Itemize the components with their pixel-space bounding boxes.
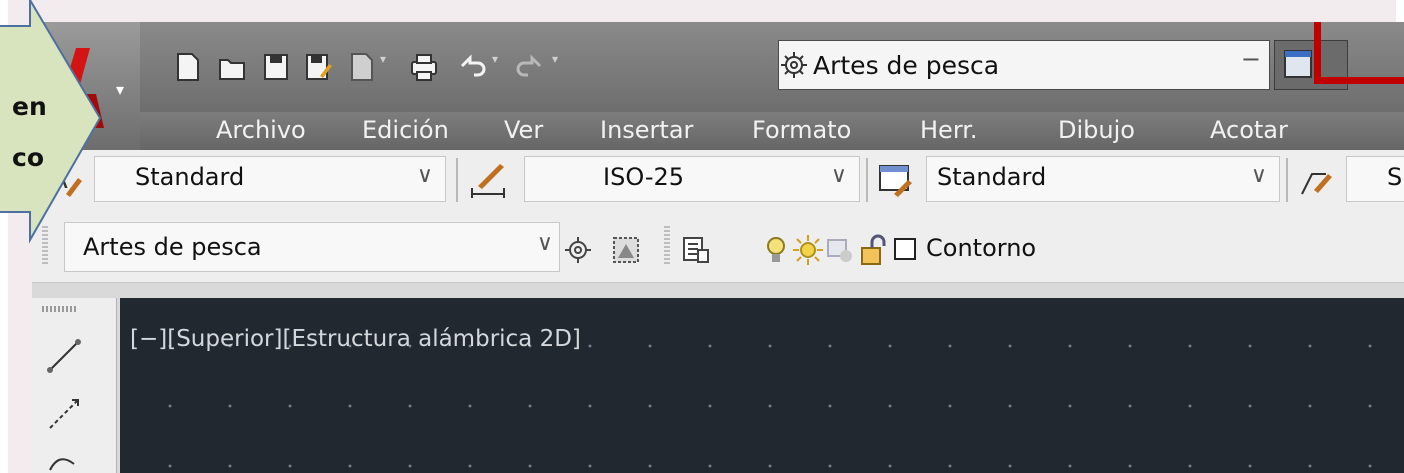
table-style-combo[interactable]: Standard ∨ xyxy=(926,156,1280,202)
annotation-arrow-shaft xyxy=(1314,22,1321,84)
redo-dropdown-icon[interactable]: ▾ xyxy=(552,52,558,66)
redo-icon[interactable] xyxy=(516,52,544,82)
text-style-combo[interactable]: Standard ∨ xyxy=(94,156,446,202)
plot-dropdown-icon[interactable]: ▾ xyxy=(380,52,386,66)
lightbulb-icon[interactable] xyxy=(760,234,792,266)
quick-access-toolbar: ▾ ▾ ▾ Artes de pesca − ▼ xyxy=(140,22,1404,112)
window-icon xyxy=(1284,50,1312,78)
dim-style-value: ISO-25 xyxy=(603,163,685,191)
unlock-icon[interactable] xyxy=(858,234,890,266)
workspace-gear-icon xyxy=(781,52,807,78)
open-icon[interactable] xyxy=(218,52,246,82)
callout-shape: en co xyxy=(0,0,140,245)
dim-style-icon xyxy=(471,164,505,198)
menu-insertar[interactable]: Insertar xyxy=(600,116,693,144)
sun-icon[interactable] xyxy=(792,234,824,266)
multileader-style-icon xyxy=(1301,173,1332,195)
polyline-icon[interactable] xyxy=(46,450,82,473)
chevron-down-icon: ∨ xyxy=(1250,163,1267,188)
viewport-controls-label[interactable]: [−][Superior][Estructura alámbrica 2D] xyxy=(130,326,581,352)
callout-line-2: co xyxy=(12,143,44,172)
toolbar-grip[interactable] xyxy=(42,306,78,312)
menu-edicion[interactable]: Edición xyxy=(362,116,449,144)
multileader-style-combo[interactable]: S xyxy=(1346,156,1404,202)
dim-style-combo[interactable]: ISO-25 ∨ xyxy=(524,156,860,202)
separator xyxy=(456,158,458,202)
autocad-window: ▾ ▾ ▾ ▾ Artes de pesca − ▼ Archivo Edici… xyxy=(32,22,1404,473)
layer-color-swatch[interactable] xyxy=(892,236,918,262)
construction-line-icon[interactable] xyxy=(44,394,84,434)
new-icon[interactable] xyxy=(174,52,202,82)
menu-acotar[interactable]: Acotar xyxy=(1210,116,1288,144)
toolbar-grip[interactable] xyxy=(664,226,670,266)
chevron-down-icon: ∨ xyxy=(416,163,433,188)
multileader-style-value: S xyxy=(1387,163,1403,191)
line-icon[interactable] xyxy=(44,336,84,376)
menu-ver[interactable]: Ver xyxy=(504,116,543,144)
menu-bar: Archivo Edición Ver Insertar Formato Her… xyxy=(140,112,1404,150)
viewport-freeze-icon[interactable] xyxy=(824,234,856,266)
saveas-icon[interactable] xyxy=(304,52,332,82)
undo-icon[interactable] xyxy=(458,52,486,82)
plot-icon[interactable] xyxy=(348,52,376,82)
print-icon[interactable] xyxy=(410,52,438,82)
menu-archivo[interactable]: Archivo xyxy=(216,116,306,144)
table-style-icon xyxy=(879,165,912,197)
chevron-down-icon: − xyxy=(1240,45,1261,73)
menu-dibujo[interactable]: Dibujo xyxy=(1058,116,1135,144)
save-icon[interactable] xyxy=(262,52,290,82)
callout-arrow-shape xyxy=(0,0,102,244)
gear-icon[interactable] xyxy=(562,234,594,266)
separator xyxy=(866,158,868,202)
chevron-down-icon: ∨ xyxy=(536,231,553,256)
table-style-value: Standard xyxy=(937,163,1047,191)
menu-formato[interactable]: Formato xyxy=(752,116,851,144)
drawing-canvas[interactable]: [−][Superior][Estructura alámbrica 2D] xyxy=(120,298,1404,473)
draw-toolbar xyxy=(32,298,117,473)
menu-herr[interactable]: Herr. xyxy=(920,116,978,144)
workspace-switcher[interactable]: Artes de pesca − xyxy=(778,40,1270,90)
workspace-label: Artes de pesca xyxy=(813,50,1000,80)
layer-properties-icon[interactable] xyxy=(610,234,642,266)
styles-toolbar: A Standard ∨ ISO-25 ∨ Standard ∨ S xyxy=(32,150,1404,211)
layers-toolbar: Artes de pesca ∨ Contorno xyxy=(32,210,1404,283)
callout-line-1: en xyxy=(12,92,47,121)
text-style-value: Standard xyxy=(135,163,245,191)
layer-name: Contorno xyxy=(926,234,1037,262)
chevron-down-icon: ∨ xyxy=(830,163,847,188)
undo-dropdown-icon[interactable]: ▾ xyxy=(492,52,498,66)
annotation-arrow-line xyxy=(1314,77,1404,84)
layer-state-icon[interactable] xyxy=(680,234,712,266)
separator xyxy=(1286,158,1288,202)
